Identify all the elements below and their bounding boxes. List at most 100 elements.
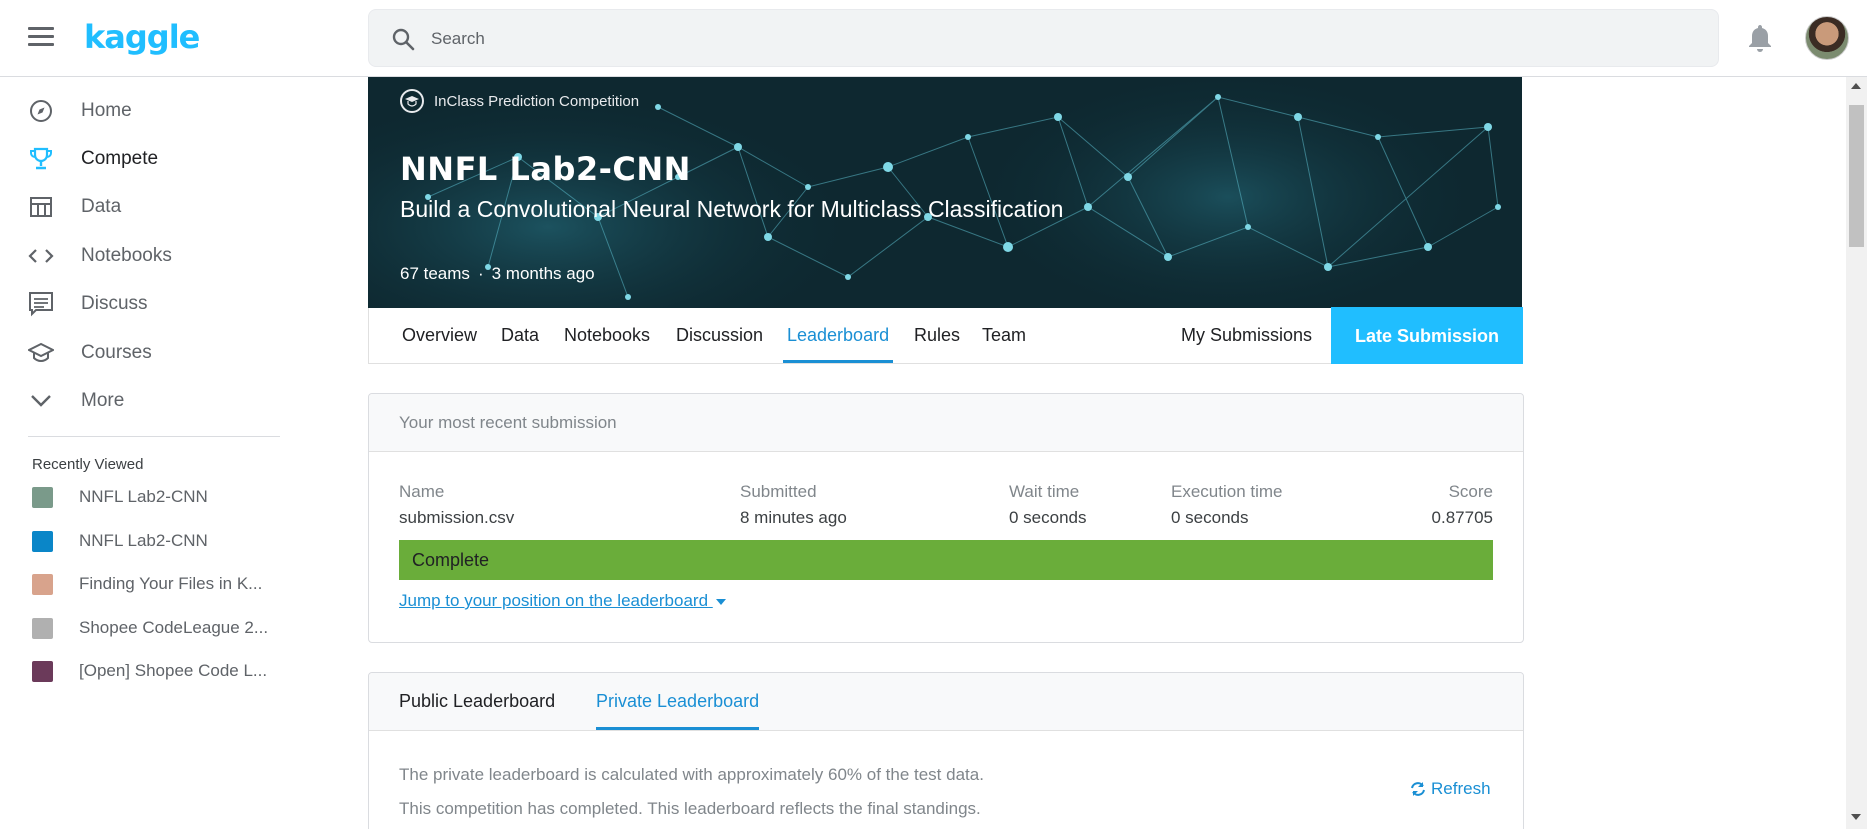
sidebar-item-discuss[interactable]: Discuss [0, 281, 280, 327]
code-icon [28, 244, 54, 268]
graduation-cap-icon [28, 341, 54, 365]
recent-item[interactable]: NNFL Lab2-CNN [0, 479, 285, 515]
competition-completed-note: This competition has completed. This lea… [399, 799, 981, 818]
leaderboard-card: Public Leaderboard Private Leaderboard T… [368, 672, 1524, 829]
recent-item[interactable]: Shopee CodeLeague 2... [0, 610, 285, 646]
tab-overview[interactable]: Overview [402, 308, 477, 363]
sidebar-item-label: Compete [81, 148, 159, 169]
kaggle-logo[interactable]: kaggle [84, 18, 200, 56]
notebook-thumbnail [32, 574, 53, 595]
competition-thumbnail [32, 531, 53, 552]
jump-to-position-link[interactable]: Jump to your position on the leaderboard [399, 591, 727, 611]
competition-type: InClass Prediction Competition [400, 89, 639, 113]
competition-subtitle: Build a Convolutional Neural Network for… [400, 196, 1064, 222]
recent-item-label: NNFL Lab2-CNN [79, 487, 208, 506]
submission-filename: submission.csv [399, 508, 515, 527]
table-icon [28, 195, 54, 219]
sidebar-item-compete[interactable]: Compete [0, 136, 280, 182]
search-icon [392, 28, 415, 51]
sidebar-item-home[interactable]: Home [0, 88, 280, 134]
tab-public-leaderboard[interactable]: Public Leaderboard [399, 673, 555, 730]
recent-item[interactable]: [Open] Shopee Code L... [0, 653, 285, 689]
late-submission-button[interactable]: Late Submission [1331, 307, 1523, 364]
recent-item[interactable]: NNFL Lab2-CNN [0, 523, 285, 559]
submitted-column: Submitted 8 minutes ago [740, 482, 847, 528]
chevron-down-icon [28, 389, 54, 413]
scroll-thumb[interactable] [1849, 105, 1864, 247]
comment-icon [28, 292, 54, 317]
recent-submission-card: Your most recent submission Name submiss… [368, 393, 1524, 643]
sidebar-divider [28, 436, 280, 437]
tab-team[interactable]: Team [982, 308, 1026, 363]
score-label: Score [1448, 482, 1493, 501]
search-box[interactable] [368, 9, 1719, 67]
tab-discussion[interactable]: Discussion [676, 308, 763, 363]
sidebar-item-more[interactable]: More [0, 378, 280, 424]
wait-time-value: 0 seconds [1009, 508, 1087, 527]
competition-thumbnail [32, 618, 53, 639]
submission-name-column: Name submission.csv [399, 482, 514, 528]
compass-icon [28, 99, 54, 123]
tab-private-leaderboard[interactable]: Private Leaderboard [596, 673, 760, 730]
my-submissions-link[interactable]: My Submissions [1181, 308, 1312, 363]
score-value: 0.87705 [1431, 508, 1493, 527]
status-text: Complete [412, 550, 490, 570]
sidebar-item-data[interactable]: Data [0, 184, 280, 230]
sidebar-item-label: Home [81, 100, 132, 121]
tab-data[interactable]: Data [501, 308, 539, 363]
sidebar-item-label: Courses [81, 342, 152, 363]
recent-item-label: NNFL Lab2-CNN [79, 531, 208, 550]
competition-thumbnail [32, 661, 53, 682]
score-column: Score 0.87705 [1432, 482, 1493, 528]
recently-viewed-title: Recently Viewed [32, 456, 144, 473]
recent-item-label: [Open] Shopee Code L... [79, 661, 268, 680]
search-input[interactable] [431, 20, 1681, 58]
status-bar: Complete [399, 540, 1493, 580]
refresh-icon [1411, 782, 1425, 796]
name-label: Name [399, 482, 445, 501]
sidebar-item-label: More [81, 390, 125, 411]
graduation-cap-icon [400, 89, 424, 113]
competition-thumbnail [32, 487, 53, 508]
bell-icon[interactable] [1747, 23, 1773, 53]
competition-tabs: Overview Data Notebooks Discussion Leade… [368, 307, 1523, 364]
meta-separator: · [477, 264, 484, 283]
sidebar-item-notebooks[interactable]: Notebooks [0, 233, 280, 279]
trophy-icon [28, 147, 54, 171]
sidebar: Home Compete Data Notebooks Discuss Cour… [0, 77, 290, 829]
jump-link-label: Jump to your position on the leaderboard [399, 591, 709, 610]
sidebar-item-courses[interactable]: Courses [0, 330, 280, 376]
recent-item-label: Shopee CodeLeague 2... [79, 618, 269, 637]
competition-title: NNFL Lab2-CNN [400, 150, 691, 188]
competition-banner: InClass Prediction Competition NNFL Lab2… [368, 77, 1522, 308]
execution-time-column: Execution time 0 seconds [1171, 482, 1283, 528]
top-bar: kaggle [0, 0, 1867, 77]
recent-item-label: Finding Your Files in K... [79, 574, 263, 593]
sidebar-item-label: Notebooks [81, 245, 172, 266]
sidebar-item-label: Discuss [81, 293, 148, 314]
private-leaderboard-note: The private leaderboard is calculated wi… [399, 765, 984, 784]
tab-notebooks[interactable]: Notebooks [564, 308, 650, 363]
leaderboard-tabs: Public Leaderboard Private Leaderboard [369, 673, 1523, 731]
competition-meta: 67 teams · 3 months ago [400, 264, 595, 284]
submitted-label: Submitted [740, 482, 817, 501]
wait-time-column: Wait time 0 seconds [1009, 482, 1087, 528]
page-scrollbar[interactable] [1846, 77, 1867, 829]
scroll-up-arrow[interactable] [1851, 83, 1861, 89]
wait-time-label: Wait time [1009, 482, 1080, 501]
caret-down-icon [715, 599, 726, 605]
sidebar-item-label: Data [81, 196, 122, 217]
refresh-label: Refresh [1431, 779, 1491, 798]
teams-count: 67 teams [400, 264, 470, 283]
submitted-time: 8 minutes ago [740, 508, 847, 527]
recent-submission-header: Your most recent submission [369, 394, 1523, 452]
avatar[interactable] [1805, 16, 1849, 60]
tab-leaderboard[interactable]: Leaderboard [783, 308, 894, 363]
recent-item[interactable]: Finding Your Files in K... [0, 566, 285, 602]
execution-time-label: Execution time [1171, 482, 1283, 501]
tab-rules[interactable]: Rules [914, 308, 960, 363]
competition-type-label: InClass Prediction Competition [434, 92, 640, 110]
scroll-down-arrow[interactable] [1851, 814, 1861, 820]
menu-icon[interactable] [28, 27, 54, 49]
refresh-button[interactable]: Refresh [1410, 779, 1491, 799]
